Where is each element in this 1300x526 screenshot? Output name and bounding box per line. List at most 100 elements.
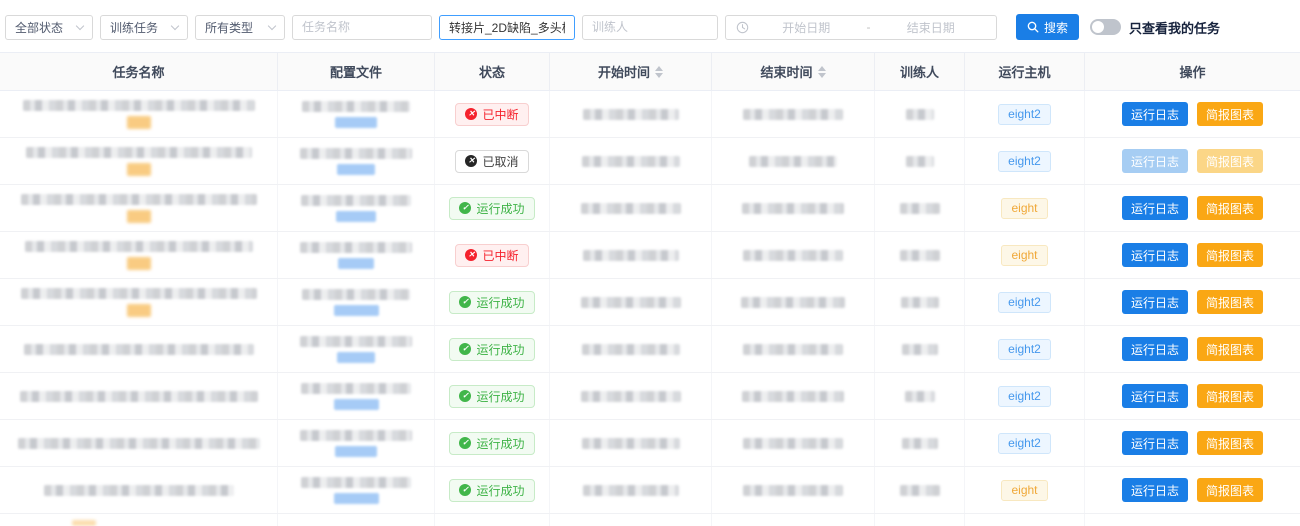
run-log-button[interactable]: 运行日志 <box>1122 478 1188 502</box>
redacted-task-name <box>24 344 254 355</box>
table-header: 任务名称 配置文件 状态 开始时间 结束时间 训练人 运行主机 操作 <box>0 53 1300 91</box>
run-log-button[interactable]: 运行日志 <box>1122 290 1188 314</box>
sort-icon-end-time[interactable] <box>818 66 826 78</box>
cell-start-time <box>550 91 712 137</box>
start-date-placeholder[interactable]: 开始日期 <box>751 19 862 36</box>
search-button-label: 搜索 <box>1044 19 1068 36</box>
cell-status: ✕ 已取消 <box>435 138 550 184</box>
cell-host: eight2 <box>965 326 1085 372</box>
run-log-button[interactable]: 运行日志 <box>1122 384 1188 408</box>
cell-trainer <box>875 326 965 372</box>
category-filter-select[interactable]: 所有类型 <box>195 15 285 40</box>
run-log-button[interactable]: 运行日志 <box>1122 243 1188 267</box>
cell-status: ✓ 运行成功 <box>435 373 550 419</box>
cell-end-time <box>712 326 875 372</box>
status-icon: ✓ <box>459 437 471 449</box>
redacted-config-name <box>302 289 410 300</box>
run-log-button[interactable]: 运行日志 <box>1122 102 1188 126</box>
sort-icon-start-time[interactable] <box>655 66 663 78</box>
my-tasks-toggle[interactable] <box>1090 19 1121 35</box>
cell-trainer <box>875 279 965 325</box>
redacted-task-name <box>25 241 253 252</box>
report-chart-button[interactable]: 简报图表 <box>1197 196 1263 220</box>
redacted-end-time <box>743 250 843 261</box>
redacted-task-name <box>26 147 252 158</box>
date-range-picker[interactable]: 开始日期 - 结束日期 <box>725 15 997 40</box>
redacted-config-link[interactable] <box>335 446 377 457</box>
cell-end-time <box>712 185 875 231</box>
redacted-config-link[interactable] <box>337 164 375 175</box>
redacted-trainer <box>905 391 935 402</box>
run-log-button[interactable]: 运行日志 <box>1122 337 1188 361</box>
cell-status: ✕ 已中断 <box>435 91 550 137</box>
redacted-config-link[interactable] <box>335 117 377 128</box>
cell-start-time <box>550 185 712 231</box>
redacted-config-link[interactable] <box>334 493 379 504</box>
redacted-trainer <box>900 485 940 496</box>
task-name-input[interactable] <box>292 15 432 40</box>
report-chart-button[interactable]: 简报图表 <box>1197 243 1263 267</box>
report-chart-button[interactable]: 简报图表 <box>1197 149 1263 173</box>
table-row: ✕ 已中断 eight2 运行日志 简报图表 <box>0 91 1300 138</box>
redacted-start-time <box>582 156 680 167</box>
table-body: ✕ 已中断 eight2 运行日志 简报图表 <box>0 91 1300 526</box>
cell-status: ✕ 已中断 <box>435 232 550 278</box>
report-chart-button[interactable]: 简报图表 <box>1197 384 1263 408</box>
redacted-config-link[interactable] <box>337 352 375 363</box>
report-chart-button[interactable]: 简报图表 <box>1197 337 1263 361</box>
status-filter-select[interactable]: 全部状态 <box>5 15 93 40</box>
redacted-config-link[interactable] <box>336 211 376 222</box>
run-log-button[interactable]: 运行日志 <box>1122 149 1188 173</box>
table-row: ✓ 运行成功 eight 运行日志 简报图表 <box>0 185 1300 232</box>
redacted-task-name <box>23 100 255 111</box>
redacted-config-name <box>300 336 412 347</box>
run-log-button[interactable]: 运行日志 <box>1122 196 1188 220</box>
status-label: 运行成功 <box>476 341 524 358</box>
cell-task-name <box>0 232 278 278</box>
redacted-task-tag <box>127 257 151 270</box>
keyword-input[interactable] <box>439 15 575 40</box>
task-type-filter-select[interactable]: 训练任务 <box>100 15 188 40</box>
cell-trainer <box>875 91 965 137</box>
redacted-trainer <box>900 250 940 261</box>
status-badge: ✕ 已中断 <box>455 244 528 267</box>
redacted-task-tag <box>127 210 151 223</box>
status-label: 已取消 <box>482 153 518 170</box>
status-badge: ✕ 已中断 <box>455 103 528 126</box>
cell-start-time <box>550 138 712 184</box>
cell-actions: 运行日志 简报图表 <box>1085 467 1300 513</box>
redacted-end-time <box>749 156 837 167</box>
cell-config-file <box>278 420 435 466</box>
cell-host: eight2 <box>965 420 1085 466</box>
redacted-start-time <box>583 250 679 261</box>
report-chart-button[interactable]: 简报图表 <box>1197 290 1263 314</box>
status-label: 已中断 <box>482 106 518 123</box>
redacted-end-time <box>743 485 843 496</box>
cell-trainer <box>875 232 965 278</box>
column-header-actions: 操作 <box>1085 53 1300 90</box>
host-badge: eight2 <box>998 386 1051 407</box>
status-label: 运行成功 <box>476 482 524 499</box>
run-log-button[interactable]: 运行日志 <box>1122 431 1188 455</box>
end-date-placeholder[interactable]: 结束日期 <box>876 19 987 36</box>
chevron-down-icon <box>76 21 84 29</box>
cell-partial <box>0 514 278 526</box>
redacted-config-link[interactable] <box>334 399 379 410</box>
trainer-input[interactable] <box>582 15 718 40</box>
host-badge: eight2 <box>998 104 1051 125</box>
cell-config-file <box>278 373 435 419</box>
redacted-config-link[interactable] <box>334 305 379 316</box>
search-button[interactable]: 搜索 <box>1016 14 1079 40</box>
redacted-end-time <box>741 297 845 308</box>
cell-trainer <box>875 185 965 231</box>
report-chart-button[interactable]: 简报图表 <box>1197 478 1263 502</box>
cell-task-name <box>0 326 278 372</box>
host-badge: eight <box>1001 198 1047 219</box>
column-header-task-name: 任务名称 <box>0 53 278 90</box>
report-chart-button[interactable]: 简报图表 <box>1197 431 1263 455</box>
report-chart-button[interactable]: 简报图表 <box>1197 102 1263 126</box>
cell-status: ✓ 运行成功 <box>435 420 550 466</box>
cell-config-file <box>278 326 435 372</box>
redacted-config-link[interactable] <box>338 258 374 269</box>
cell-config-file <box>278 467 435 513</box>
